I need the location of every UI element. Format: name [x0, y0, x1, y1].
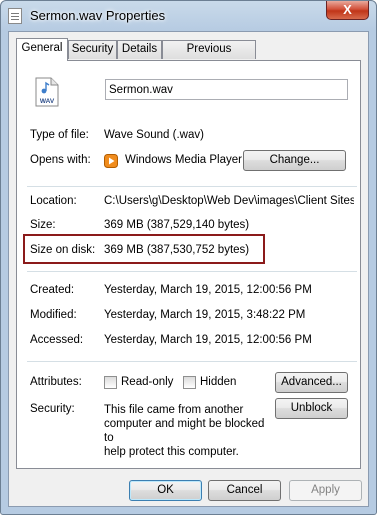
accessed-value: Yesterday, March 19, 2015, 12:00:56 PM — [104, 334, 312, 346]
opens-with-label: Opens with: — [30, 154, 91, 166]
type-of-file-value: Wave Sound (.wav) — [104, 129, 204, 141]
readonly-label[interactable]: Read-only — [121, 376, 173, 388]
hidden-label[interactable]: Hidden — [200, 376, 236, 388]
ok-button[interactable]: OK — [129, 480, 202, 501]
location-label: Location: — [30, 195, 77, 207]
tab-general[interactable]: General — [16, 38, 68, 61]
size-label: Size: — [30, 219, 56, 231]
change-button[interactable]: Change... — [243, 150, 346, 171]
separator — [27, 361, 357, 362]
dialog-client-area: General Security Details Previous Versio… — [8, 31, 369, 507]
tab-security[interactable]: Security — [68, 40, 117, 59]
file-name-field[interactable] — [105, 79, 348, 100]
attributes-label: Attributes: — [30, 376, 82, 388]
separator — [27, 271, 357, 272]
tab-details[interactable]: Details — [117, 40, 162, 59]
unblock-button[interactable]: Unblock — [275, 398, 348, 419]
apply-button[interactable]: Apply — [289, 480, 362, 501]
size-value: 369 MB (387,529,140 bytes) — [104, 219, 250, 231]
wav-file-icon: WAV — [35, 77, 59, 107]
wav-icon-label: WAV — [40, 98, 55, 105]
size-highlight-box — [23, 234, 265, 264]
readonly-checkbox[interactable] — [104, 376, 117, 389]
modified-label: Modified: — [30, 309, 77, 321]
security-message: This file came from another computer and… — [104, 404, 265, 458]
location-value: C:\Users\g\Desktop\Web Dev\images\Client… — [104, 195, 354, 207]
close-button[interactable]: X — [326, 1, 369, 20]
security-label: Security: — [30, 403, 75, 415]
separator — [27, 186, 357, 187]
cancel-button[interactable]: Cancel — [208, 480, 281, 501]
created-value: Yesterday, March 19, 2015, 12:00:56 PM — [104, 284, 312, 296]
modified-value: Yesterday, March 19, 2015, 3:48:22 PM — [104, 309, 306, 321]
general-tab-panel: WAV Type of file: Wave Sound (.wav) Open… — [16, 60, 361, 469]
opens-with-value: Windows Media Player — [125, 154, 242, 166]
advanced-button[interactable]: Advanced... — [275, 372, 348, 393]
tab-previous-versions[interactable]: Previous Versions — [162, 40, 256, 72]
type-of-file-label: Type of file: — [30, 129, 89, 141]
accessed-label: Accessed: — [30, 334, 84, 346]
window-title: Sermon.wav Properties — [30, 8, 166, 23]
hidden-checkbox[interactable] — [183, 376, 196, 389]
created-label: Created: — [30, 284, 75, 296]
windows-media-player-icon — [104, 154, 118, 168]
properties-window: Sermon.wav Properties X General Security… — [0, 0, 377, 515]
document-icon — [8, 8, 22, 24]
